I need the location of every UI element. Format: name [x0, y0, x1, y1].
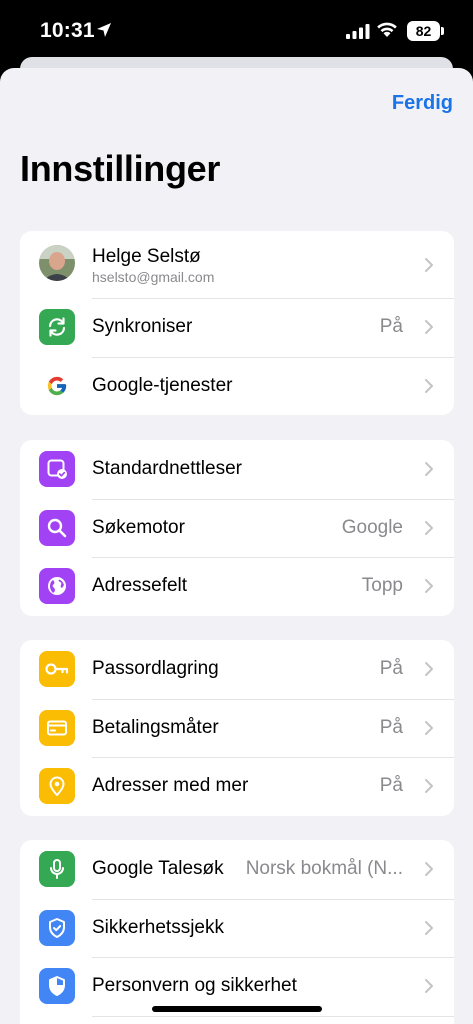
settings-sheet: Ferdig Innstillinger Helge Selstø hselst… — [0, 68, 473, 1024]
card-icon — [39, 709, 75, 746]
addresses-value: På — [379, 775, 403, 797]
partial-row — [20, 1015, 454, 1024]
default-browser-icon — [39, 451, 75, 488]
autofill-group: Passordlagring På Betalingsmåter På Adre… — [20, 640, 454, 816]
google-icon — [39, 367, 75, 404]
page-title: Innstillinger — [20, 148, 221, 189]
chevron-right-icon — [425, 862, 433, 877]
chevron-right-icon — [425, 579, 433, 594]
location-pin-icon — [39, 768, 75, 805]
browser-group: Standardnettleser Søkemotor Google Adres… — [20, 440, 454, 616]
account-email: hselsto@gmail.com — [92, 269, 215, 285]
payment-methods-value: På — [379, 716, 403, 738]
voice-search-label: Google Talesøk — [92, 858, 224, 880]
chevron-right-icon — [425, 378, 433, 393]
payment-methods-row[interactable]: Betalingsmåter På — [20, 698, 454, 758]
default-browser-label: Standardnettleser — [92, 458, 242, 480]
account-name: Helge Selstø — [92, 246, 201, 267]
payment-methods-label: Betalingsmåter — [92, 716, 219, 738]
account-row[interactable]: Helge Selstø hselsto@gmail.com — [20, 231, 454, 298]
chevron-right-icon — [425, 979, 433, 994]
chevron-right-icon — [425, 662, 433, 677]
google-services-row[interactable]: Google-tjenester — [20, 356, 454, 416]
addresses-label: Adresser med mer — [92, 775, 249, 797]
addresses-row[interactable]: Adresser med mer På — [20, 757, 454, 816]
address-bar-value: Topp — [361, 575, 403, 597]
password-manager-value: På — [379, 658, 403, 680]
chevron-right-icon — [425, 779, 433, 794]
status-time: 10:31 — [40, 19, 95, 42]
privacy-group: Google Talesøk Norsk bokmål (N... Sikker… — [20, 840, 454, 1024]
chevron-right-icon — [425, 920, 433, 935]
password-manager-label: Passordlagring — [92, 658, 219, 680]
chevron-right-icon — [425, 520, 433, 535]
home-indicator — [152, 1006, 322, 1012]
sync-icon — [39, 309, 75, 346]
safety-check-label: Sikkerhetssjekk — [92, 916, 224, 938]
shield-icon — [39, 968, 75, 1005]
chevron-right-icon — [425, 720, 433, 735]
account-group: Helge Selstø hselsto@gmail.com Synkronis… — [20, 231, 454, 416]
battery-tip — [441, 27, 444, 35]
voice-search-value: Norsk bokmål (N... — [245, 858, 403, 880]
search-engine-row[interactable]: Søkemotor Google — [20, 498, 454, 558]
microphone-icon — [39, 851, 75, 888]
privacy-security-label: Personvern og sikkerhet — [92, 975, 297, 997]
chevron-right-icon — [425, 320, 433, 335]
search-engine-label: Søkemotor — [92, 516, 185, 538]
status-bar: 10:31 82 — [0, 0, 473, 62]
chevron-right-icon — [425, 462, 433, 477]
location-arrow-icon — [97, 23, 111, 37]
search-engine-value: Google — [341, 516, 403, 538]
default-browser-row[interactable]: Standardnettleser — [20, 440, 454, 499]
sync-label: Synkroniser — [92, 316, 193, 338]
sync-value: På — [379, 316, 403, 338]
avatar — [39, 245, 75, 281]
address-bar-label: Adressefelt — [92, 575, 188, 597]
password-manager-row[interactable]: Passordlagring På — [20, 640, 454, 699]
search-icon — [39, 509, 75, 546]
safety-check-row[interactable]: Sikkerhetssjekk — [20, 898, 454, 958]
voice-search-row[interactable]: Google Talesøk Norsk bokmål (N... — [20, 840, 454, 899]
battery-indicator: 82 — [407, 21, 440, 41]
wifi-icon — [377, 22, 397, 37]
shield-check-icon — [39, 909, 75, 946]
address-bar-row[interactable]: Adressefelt Topp — [20, 557, 454, 616]
chevron-right-icon — [425, 257, 433, 272]
cellular-signal-icon — [346, 24, 370, 39]
globe-icon — [39, 568, 75, 605]
key-icon — [39, 651, 75, 688]
google-services-label: Google-tjenester — [92, 374, 233, 396]
done-button[interactable]: Ferdig — [392, 92, 453, 115]
sync-row[interactable]: Synkroniser På — [20, 298, 454, 357]
